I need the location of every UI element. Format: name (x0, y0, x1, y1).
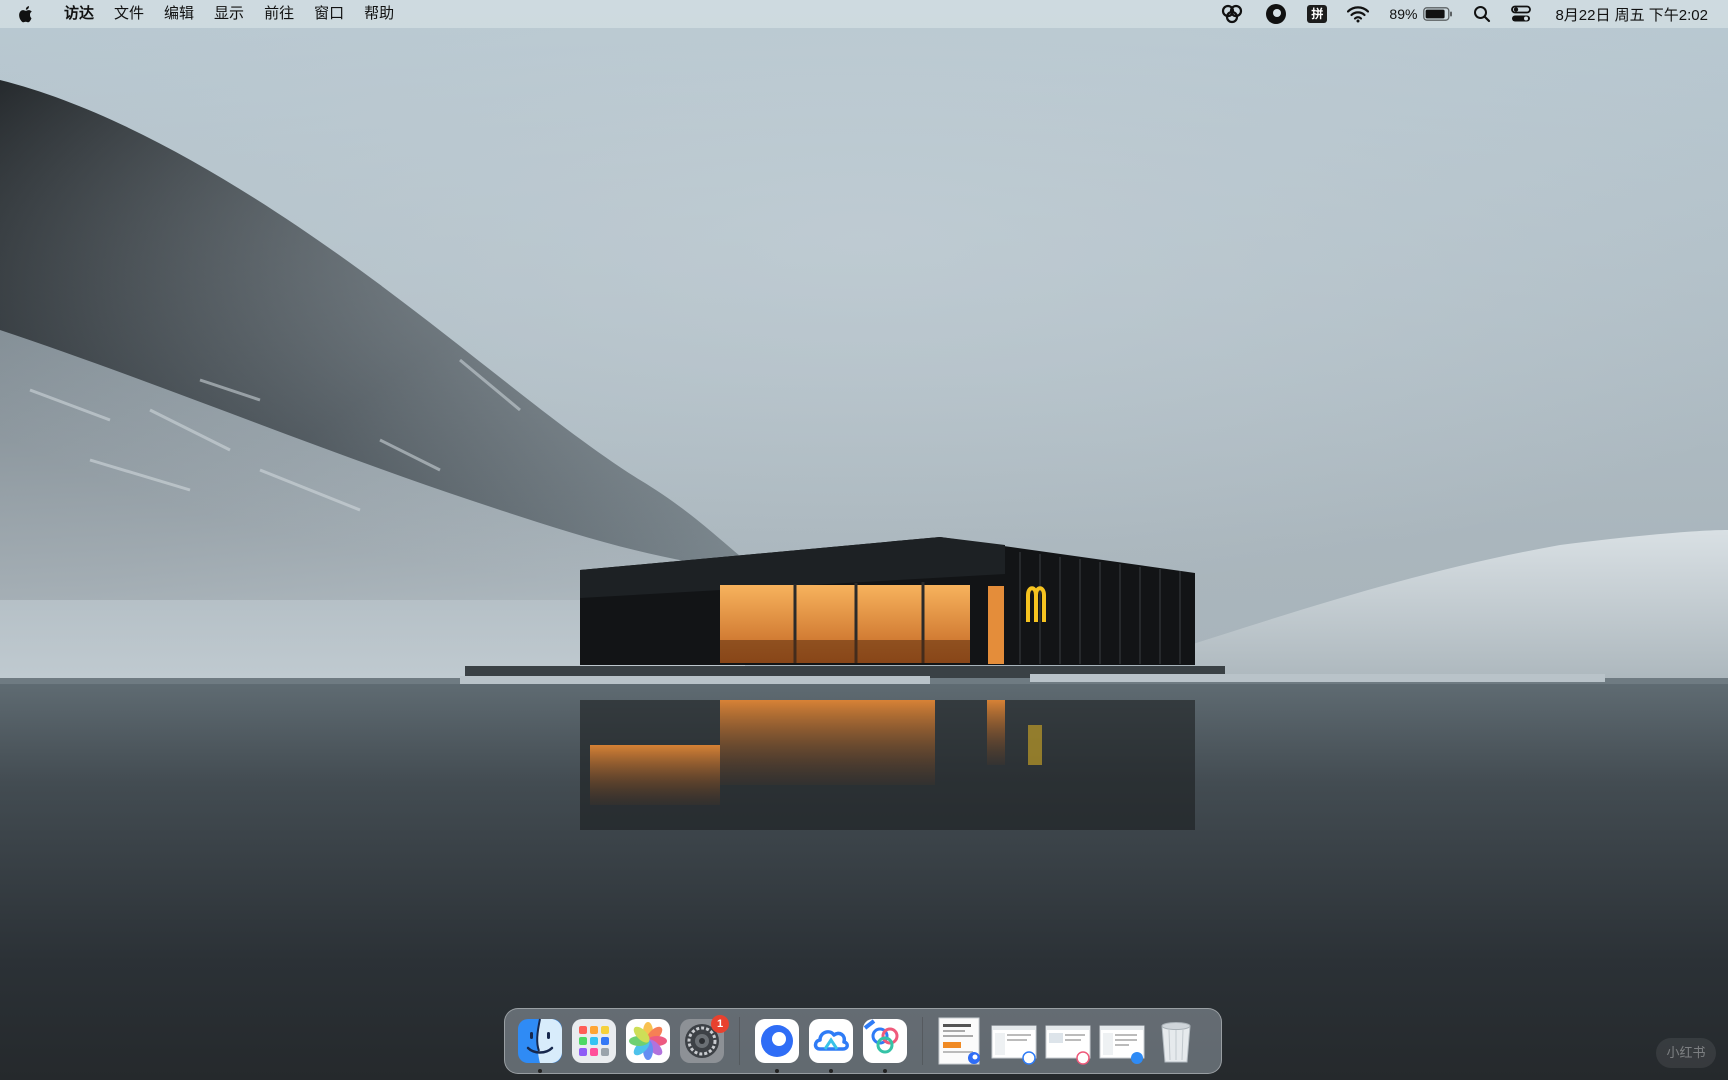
dock-system-settings[interactable]: 1 (679, 1015, 729, 1064)
dock-cloud-photos[interactable] (862, 1018, 908, 1073)
photos-icon (626, 1019, 670, 1063)
menu-bar: 访达 文件 编辑 显示 前往 窗口 帮助 拼 89% 8月22日 周五 下午2:… (0, 0, 1728, 28)
running-indicator (538, 1069, 542, 1073)
wifi-icon[interactable] (1337, 0, 1379, 28)
control-center-icon[interactable] (1501, 0, 1541, 28)
minimized-window-thumbnail[interactable] (1099, 1016, 1145, 1066)
menu-view[interactable]: 显示 (204, 0, 254, 28)
finder-icon (518, 1018, 562, 1063)
menu-bar-left: 访达 文件 编辑 显示 前往 窗口 帮助 (0, 0, 404, 28)
menu-window[interactable]: 窗口 (304, 0, 354, 28)
dock-finder[interactable] (517, 1018, 563, 1073)
dock-launchpad[interactable] (571, 1018, 617, 1064)
running-indicator (883, 1069, 887, 1073)
running-indicator (829, 1069, 833, 1073)
document-thumbnail-icon (938, 1017, 980, 1065)
window-thumbnail-icon (1045, 1025, 1091, 1065)
menu-bar-status-area: 拼 89% 8月22日 周五 下午2:02 (1209, 0, 1728, 28)
desktop-wallpaper (0, 0, 1728, 1080)
battery-icon (1423, 7, 1453, 21)
battery-indicator[interactable]: 89% (1379, 0, 1463, 28)
apple-logo-icon[interactable] (0, 0, 50, 28)
battery-percent: 89% (1389, 6, 1418, 22)
running-indicator (775, 1069, 779, 1073)
browser-icon (755, 1019, 799, 1063)
spotlight-search-icon[interactable] (1463, 0, 1501, 28)
minimized-window-thumbnail[interactable] (991, 1016, 1037, 1066)
watermark-logo: 小红书 (1656, 1038, 1716, 1068)
minimized-window-thumbnail[interactable] (1045, 1016, 1091, 1066)
menu-bar-clock[interactable]: 8月22日 周五 下午2:02 (1541, 4, 1708, 25)
cloud-photos-icon (863, 1019, 907, 1063)
dock-cloud-drive[interactable] (808, 1018, 854, 1073)
cloud-drive-icon (809, 1019, 853, 1063)
dock-trash[interactable] (1153, 1018, 1199, 1064)
window-thumbnail-icon (1099, 1025, 1145, 1064)
menu-app-name[interactable]: 访达 (50, 0, 104, 28)
dock-photos[interactable] (625, 1018, 671, 1064)
input-method-label: 拼 (1307, 5, 1328, 23)
dock-separator (922, 1017, 923, 1065)
window-thumbnail-icon (991, 1025, 1037, 1065)
menu-help[interactable]: 帮助 (354, 0, 404, 28)
dock-separator (739, 1017, 740, 1065)
launchpad-icon (572, 1019, 616, 1063)
dock: 1 (504, 1008, 1222, 1074)
browser-status-icon[interactable] (1255, 0, 1297, 28)
cloud-photos-status-icon[interactable] (1209, 0, 1255, 28)
input-method-icon[interactable]: 拼 (1297, 0, 1337, 28)
notification-badge: 1 (711, 1015, 729, 1033)
dock-browser[interactable] (754, 1018, 800, 1073)
menu-go[interactable]: 前往 (254, 0, 304, 28)
menu-file[interactable]: 文件 (104, 0, 154, 28)
menu-edit[interactable]: 编辑 (154, 0, 204, 28)
trash-icon (1161, 1022, 1191, 1063)
minimized-window-thumbnail[interactable] (937, 1016, 983, 1066)
